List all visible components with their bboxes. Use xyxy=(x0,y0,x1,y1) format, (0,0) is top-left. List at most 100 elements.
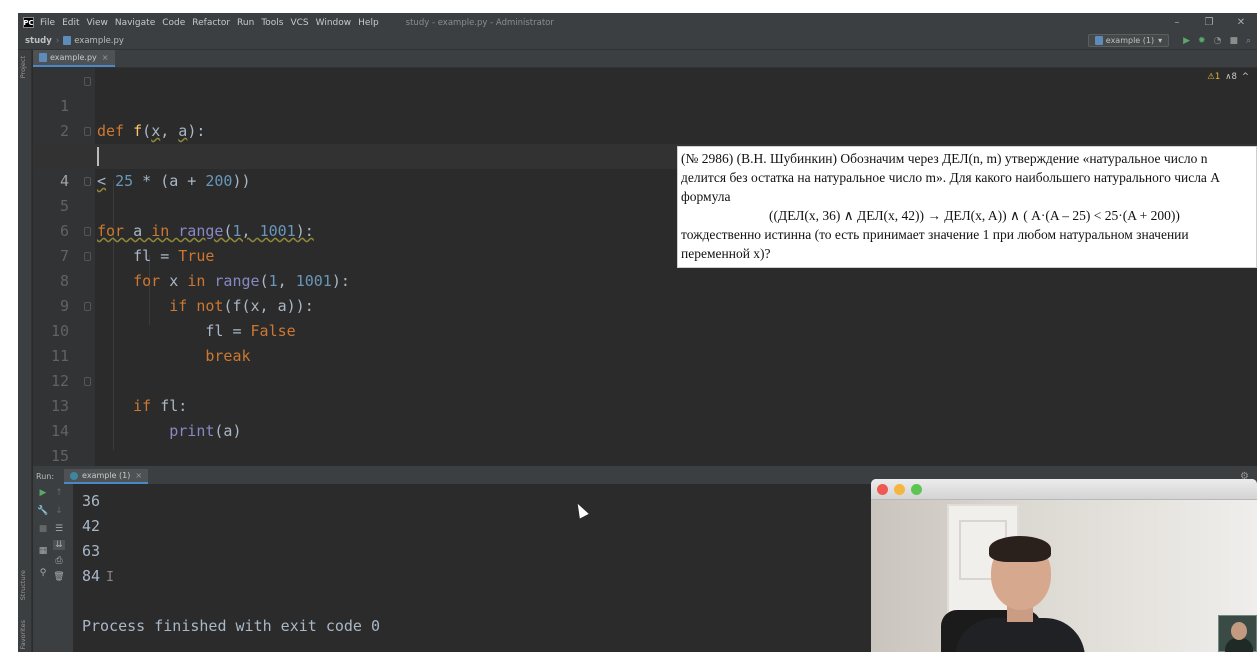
process-finished-message: Process finished with exit code 0 xyxy=(82,617,381,635)
thumbnail-person-head xyxy=(1231,622,1247,640)
menu-file[interactable]: File xyxy=(40,18,55,28)
navigation-bar: study › example.py example (1) ▾ ▶ ✹ ◔ ■… xyxy=(18,32,1257,50)
run-configuration-select[interactable]: example (1) ▾ xyxy=(1087,34,1170,47)
run-toolbar-vertical: ▶ ↑ 🔧 ↓ ■ ☰ ⇊ ▦ ⎙ ⚲ 🗑 xyxy=(33,484,73,652)
menu-help[interactable]: Help xyxy=(358,18,379,28)
menu-window[interactable]: Window xyxy=(316,18,352,28)
participant-thumbnail xyxy=(1218,615,1257,652)
stop-icon[interactable]: ■ xyxy=(37,524,49,534)
code-line: 12 if fl: xyxy=(33,344,1257,415)
person-torso xyxy=(955,618,1085,652)
zoom-dot-icon[interactable] xyxy=(911,484,922,495)
code-line: 3 < 25 * (a + 200)) xyxy=(33,119,1257,190)
pin-icon[interactable]: ⚲ xyxy=(37,568,49,578)
project-tool-tab[interactable]: Project xyxy=(19,56,27,78)
menu-navigate[interactable]: Navigate xyxy=(115,18,155,28)
favorites-tool-tab[interactable]: Favorites xyxy=(19,620,27,649)
line-number: 15 xyxy=(50,447,69,465)
code-line: 15 xyxy=(33,419,1257,465)
fold-marker-icon[interactable] xyxy=(84,227,91,236)
trash-icon[interactable]: 🗑 xyxy=(53,572,65,582)
webcam-video xyxy=(871,500,1257,652)
menu-view[interactable]: View xyxy=(87,18,108,28)
menu-tools[interactable]: Tools xyxy=(261,18,283,28)
python-run-icon xyxy=(70,471,79,480)
restore-icon[interactable]: ❐ xyxy=(1193,17,1225,28)
layout-icon[interactable]: ▦ xyxy=(37,546,49,556)
breadcrumb-separator: › xyxy=(55,35,60,46)
fold-marker-icon[interactable] xyxy=(84,377,91,386)
output-line: 42 xyxy=(82,517,101,535)
run-tab-label: example (1) xyxy=(82,471,131,480)
code-line: 9 fl = False xyxy=(33,269,1257,340)
left-tool-stripe: Project Structure Favorites xyxy=(18,50,32,652)
menu-run[interactable]: Run xyxy=(237,18,254,28)
python-file-icon xyxy=(63,36,72,45)
fold-marker-icon[interactable] xyxy=(84,252,91,261)
editor-tab-bar: example.py × xyxy=(33,50,1257,68)
fold-marker-icon[interactable] xyxy=(84,127,91,136)
fold-marker-icon[interactable] xyxy=(84,302,91,311)
python-file-icon xyxy=(1094,36,1103,45)
code-line: 1 def f(x, a): xyxy=(33,69,1257,140)
problem-formula: ((ДЕЛ(x, 36) ∧ ДЕЛ(x, 42)) → ДЕЛ(x, A)) … xyxy=(769,208,1180,223)
person-hair xyxy=(989,536,1051,562)
window-controls: – ❐ ✕ xyxy=(1161,17,1257,28)
problem-line: переменной x)? xyxy=(681,246,771,261)
close-icon[interactable]: × xyxy=(135,471,142,480)
menu-edit[interactable]: Edit xyxy=(62,18,79,28)
code-line: 14 xyxy=(33,394,1257,440)
tab-example-py[interactable]: example.py × xyxy=(33,50,115,67)
run-toolbar: ▶ ✹ ◔ ■ ⌕ xyxy=(1175,36,1251,46)
coverage-icon[interactable]: ◔ xyxy=(1214,36,1222,46)
chevron-up-icon[interactable]: ^ xyxy=(1242,72,1249,82)
problem-line: тождественно истинна (то есть принимает … xyxy=(681,227,1189,242)
structure-tool-tab[interactable]: Structure xyxy=(19,570,27,600)
soft-wrap-icon[interactable]: ☰ xyxy=(53,524,65,534)
close-window-icon[interactable]: ✕ xyxy=(1225,17,1257,28)
webcam-overlay-window xyxy=(871,479,1257,652)
output-line: 63 xyxy=(82,542,101,560)
scroll-to-end-icon[interactable]: ⇊ xyxy=(53,540,65,550)
pycharm-logo-icon: PC xyxy=(23,17,34,28)
menu-vcs[interactable]: VCS xyxy=(290,18,308,28)
code-line: 2 return (((x % 36 == 0) and (x % 42 == … xyxy=(33,94,1257,165)
search-everywhere-icon[interactable]: ⌕ xyxy=(1246,36,1251,46)
python-file-icon xyxy=(39,53,47,62)
run-icon[interactable]: ▶ xyxy=(1183,36,1190,46)
breadcrumb-file[interactable]: example.py xyxy=(74,36,124,46)
code-line: 11 xyxy=(33,319,1257,365)
print-icon[interactable]: ⎙ xyxy=(53,556,65,566)
run-tab[interactable]: example (1) × xyxy=(64,469,149,484)
output-line: 84 I xyxy=(82,564,114,589)
arrow-down-icon[interactable]: ↓ xyxy=(53,506,65,516)
chevron-down-icon: ▾ xyxy=(1158,36,1163,45)
ide-screenshot: PC File Edit View Navigate Code Refactor… xyxy=(18,13,1257,652)
stop-icon[interactable]: ■ xyxy=(1229,36,1238,46)
rerun-icon[interactable]: ▶ xyxy=(37,488,49,498)
problem-line: формула xyxy=(681,189,731,204)
menu-refactor[interactable]: Refactor xyxy=(192,18,230,28)
minimize-icon[interactable]: – xyxy=(1161,17,1193,28)
inspection-widget[interactable]: ⚠1 ∧8 ^ xyxy=(1207,72,1249,82)
menu-code[interactable]: Code xyxy=(162,18,185,28)
thumbnail-person-body xyxy=(1225,638,1253,652)
main-menu: File Edit View Navigate Code Refactor Ru… xyxy=(40,18,386,28)
problem-line: (№ 2986) (В.Н. Шубинкин) Обозначим через… xyxy=(681,151,1208,166)
problem-statement-overlay: (№ 2986) (В.Н. Шубинкин) Обозначим через… xyxy=(677,146,1257,268)
close-icon[interactable]: × xyxy=(102,53,109,62)
fold-marker-icon[interactable] xyxy=(84,77,91,86)
debug-icon[interactable]: ✹ xyxy=(1198,36,1206,46)
text-caret xyxy=(97,147,99,166)
close-dot-icon[interactable] xyxy=(877,484,888,495)
warning-count: ⚠1 xyxy=(1207,72,1221,82)
code-line: 13 print(a) xyxy=(33,369,1257,440)
wrench-icon[interactable]: 🔧 xyxy=(37,506,49,516)
window-title: study - example.py - Administrator xyxy=(405,17,554,28)
minimize-dot-icon[interactable] xyxy=(894,484,905,495)
fold-marker-icon[interactable] xyxy=(84,177,91,186)
breadcrumb-project[interactable]: study xyxy=(25,36,52,46)
run-configuration-label: example (1) xyxy=(1105,36,1155,45)
weak-warning-count: ∧8 xyxy=(1225,72,1237,82)
arrow-up-icon[interactable]: ↑ xyxy=(53,488,65,498)
